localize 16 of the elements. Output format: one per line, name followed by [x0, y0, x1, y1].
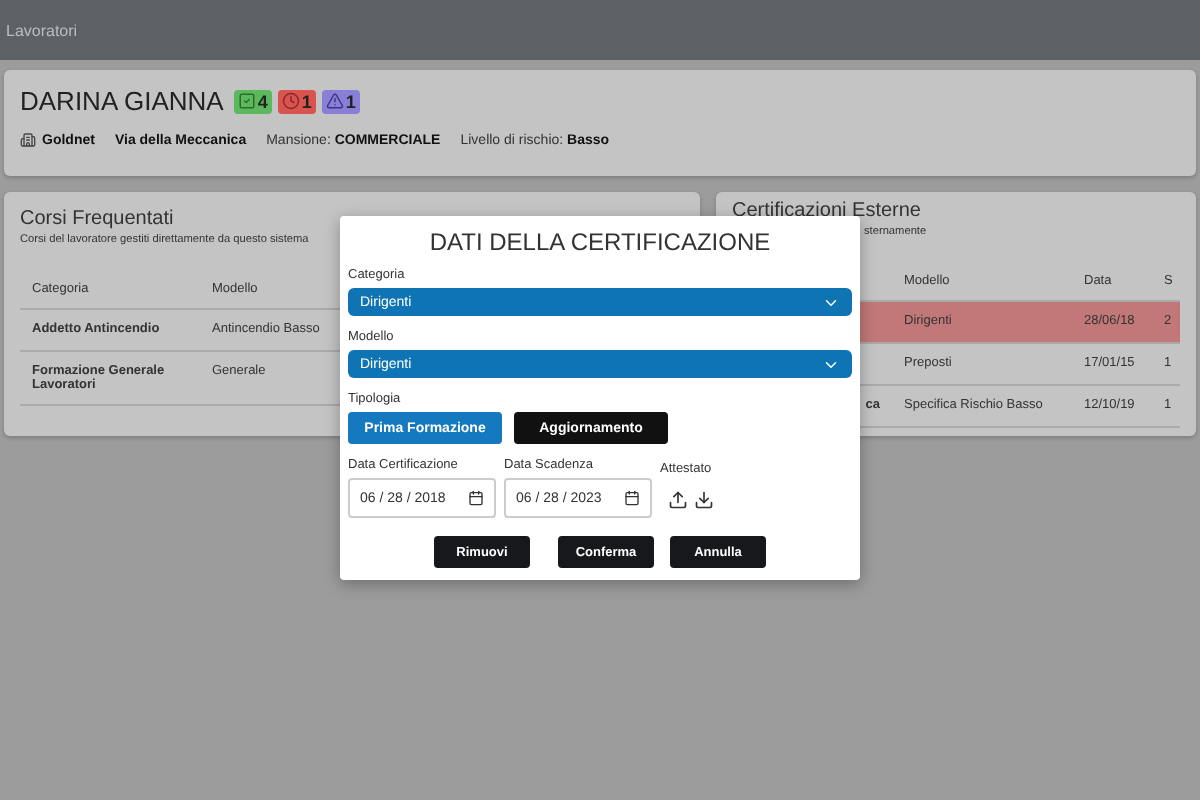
- warning-icon: [325, 92, 344, 110]
- status-badge: 1: [277, 89, 316, 113]
- building-icon: [20, 132, 36, 148]
- upload-icon[interactable]: [668, 490, 688, 510]
- status-badge: 4: [233, 89, 272, 113]
- status-badge: 1: [321, 89, 360, 113]
- worker-name: DARINA GIANNA: [20, 86, 224, 116]
- card-title: Corsi Frequentati: [20, 208, 176, 230]
- calendar-icon: [468, 490, 484, 506]
- clock-icon: [281, 92, 300, 110]
- download-icon[interactable]: [694, 490, 714, 510]
- calendar-icon: [624, 490, 640, 506]
- dialog-title: DATI DELLA CERTIFICAZIONE: [427, 228, 773, 256]
- page-title: Lavoratori: [6, 21, 78, 39]
- card-title: Certificazioni Esterne: [732, 200, 923, 222]
- check-icon: [237, 92, 256, 110]
